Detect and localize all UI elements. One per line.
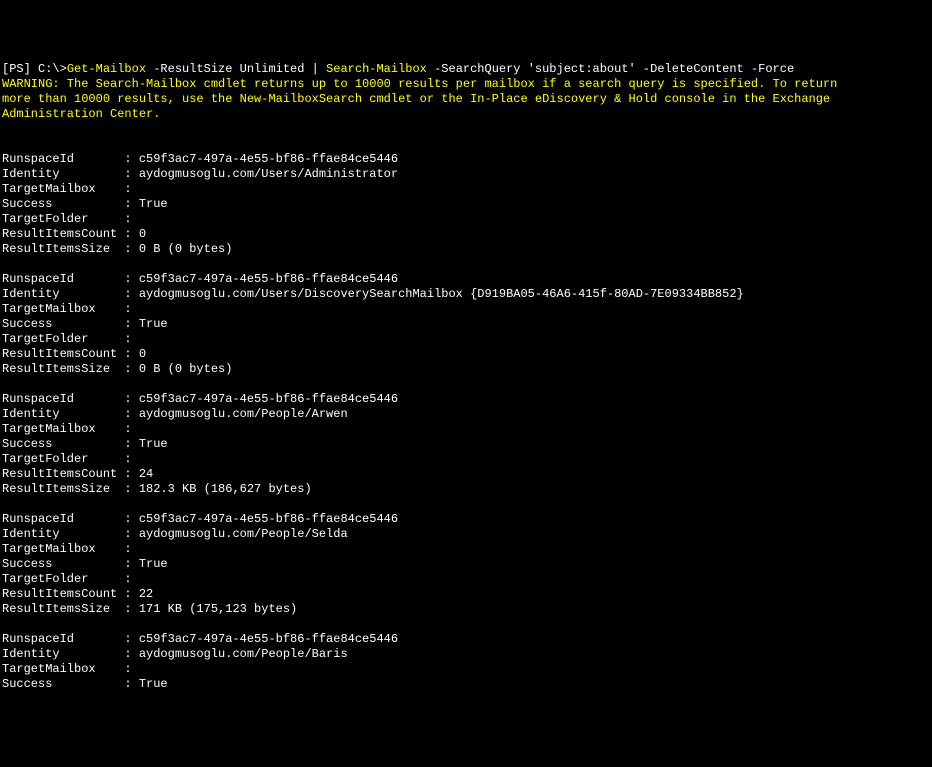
cmdlet-2: Search-Mailbox: [326, 62, 427, 76]
cmd-args-1: -ResultSize Unlimited |: [146, 62, 326, 76]
terminal-output[interactable]: [PS] C:\>Get-Mailbox -ResultSize Unlimit…: [2, 62, 930, 692]
cmd-args-2: -SearchQuery 'subject:about' -DeleteCont…: [427, 62, 794, 76]
warning-line: more than 10000 results, use the New-Mai…: [2, 92, 830, 106]
warning-line: Administration Center.: [2, 107, 160, 121]
result-records: RunspaceId : c59f3ac7-497a-4e55-bf86-ffa…: [2, 137, 930, 692]
warning-line: WARNING: The Search-Mailbox cmdlet retur…: [2, 77, 837, 91]
prompt-prefix: [PS] C:\>: [2, 62, 67, 76]
cmdlet-1: Get-Mailbox: [67, 62, 146, 76]
